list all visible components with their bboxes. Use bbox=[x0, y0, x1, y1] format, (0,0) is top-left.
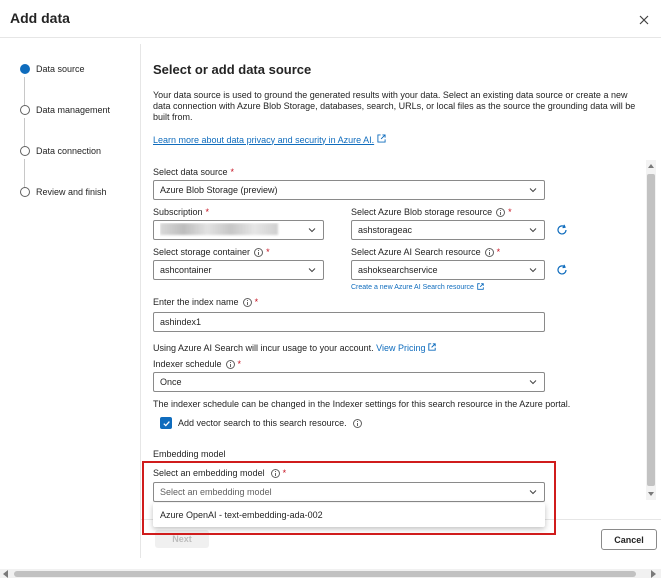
step-label: Review and finish bbox=[36, 187, 107, 197]
step-connector bbox=[24, 118, 25, 147]
highlight-box bbox=[142, 461, 556, 535]
storage-container-label: Select storage container * bbox=[153, 247, 270, 257]
step-connector bbox=[24, 77, 25, 106]
header-divider bbox=[0, 37, 661, 38]
link-text: View Pricing bbox=[376, 343, 426, 353]
step-connector bbox=[24, 159, 25, 188]
chevron-down-icon bbox=[529, 188, 537, 193]
step-indicator bbox=[20, 146, 30, 156]
required-mark: * bbox=[205, 207, 210, 217]
required-mark: * bbox=[266, 247, 270, 257]
dropdown-value: ashcontainer bbox=[160, 265, 212, 275]
data-source-label: Select data source * bbox=[153, 167, 234, 177]
external-link-icon bbox=[377, 134, 386, 145]
step-label: Data source bbox=[36, 64, 85, 74]
dropdown-value: Once bbox=[160, 377, 182, 387]
subscription-label: Subscription * bbox=[153, 207, 209, 217]
field-label-text: Enter the index name bbox=[153, 297, 239, 307]
info-icon[interactable] bbox=[254, 247, 264, 257]
checkmark-icon bbox=[162, 420, 170, 426]
panel-divider bbox=[140, 44, 141, 558]
step-label: Data connection bbox=[36, 146, 102, 156]
required-mark: * bbox=[508, 207, 512, 217]
create-search-resource-link[interactable]: Create a new Azure AI Search resource bbox=[351, 283, 484, 292]
step-active-indicator bbox=[20, 64, 30, 74]
scroll-left-arrow-icon[interactable] bbox=[3, 570, 8, 578]
subscription-dropdown[interactable] bbox=[153, 220, 324, 240]
required-mark: * bbox=[237, 359, 242, 369]
step-indicator bbox=[20, 105, 30, 115]
dropdown-value bbox=[160, 223, 307, 237]
search-resource-label: Select Azure AI Search resource * bbox=[351, 247, 500, 257]
usage-note-text: Using Azure AI Search will incur usage t… bbox=[153, 343, 374, 353]
search-resource-dropdown[interactable]: ashoksearchservice bbox=[351, 260, 545, 280]
indexer-schedule-dropdown[interactable]: Once bbox=[153, 372, 545, 392]
description: Your data source is used to ground the g… bbox=[153, 90, 636, 122]
info-icon[interactable] bbox=[242, 297, 252, 307]
link-text: Create a new Azure AI Search resource bbox=[351, 284, 474, 291]
vertical-scroll-thumb[interactable] bbox=[647, 174, 655, 486]
embedding-section-label: Embedding model bbox=[153, 449, 226, 459]
info-icon[interactable] bbox=[484, 247, 494, 257]
redacted-value bbox=[160, 223, 278, 235]
external-link-icon bbox=[477, 283, 484, 292]
step-label: Data management bbox=[36, 105, 111, 115]
chevron-down-icon bbox=[308, 268, 316, 273]
field-label-text: Select storage container bbox=[153, 247, 251, 257]
dropdown-value: ashoksearchservice bbox=[358, 265, 438, 275]
refresh-icon[interactable] bbox=[555, 263, 569, 277]
info-icon[interactable] bbox=[225, 359, 235, 369]
required-mark: * bbox=[496, 247, 501, 257]
scroll-right-arrow-icon[interactable] bbox=[651, 570, 656, 578]
dropdown-value: Azure Blob Storage (preview) bbox=[160, 185, 278, 195]
input-value: ashindex1 bbox=[160, 317, 202, 327]
chevron-down-icon bbox=[529, 268, 537, 273]
chevron-down-icon bbox=[529, 380, 537, 385]
chevron-down-icon bbox=[529, 228, 537, 233]
step-indicator bbox=[20, 187, 30, 197]
dropdown-value: ashstorageac bbox=[358, 225, 413, 235]
indexer-schedule-label: Indexer schedule * bbox=[153, 359, 241, 369]
blob-storage-dropdown[interactable]: ashstorageac bbox=[351, 220, 545, 240]
field-label-text: Subscription bbox=[153, 207, 203, 217]
required-mark: * bbox=[230, 167, 235, 177]
step-data-connection[interactable]: Data connection bbox=[20, 146, 101, 156]
view-pricing-link[interactable]: View Pricing bbox=[376, 343, 436, 353]
info-icon[interactable] bbox=[496, 207, 506, 217]
learn-more-text: Learn more about data privacy and securi… bbox=[153, 134, 375, 145]
refresh-icon[interactable] bbox=[555, 223, 569, 237]
info-icon[interactable] bbox=[352, 418, 362, 428]
chevron-down-icon bbox=[308, 228, 316, 233]
scroll-up-arrow-icon[interactable] bbox=[647, 162, 655, 170]
page-title: Select or add data source bbox=[153, 62, 312, 77]
step-data-management[interactable]: Data management bbox=[20, 105, 110, 115]
data-source-dropdown[interactable]: Azure Blob Storage (preview) bbox=[153, 180, 545, 200]
vector-search-checkbox[interactable] bbox=[160, 417, 172, 429]
field-label-text: Select data source bbox=[153, 167, 228, 177]
field-label-text: Indexer schedule bbox=[153, 359, 222, 369]
horizontal-scroll-thumb[interactable] bbox=[14, 571, 636, 577]
blob-storage-label: Select Azure Blob storage resource * bbox=[351, 207, 512, 217]
index-name-input[interactable]: ashindex1 bbox=[153, 312, 545, 332]
scroll-down-arrow-icon[interactable] bbox=[647, 490, 655, 498]
close-icon[interactable] bbox=[636, 12, 652, 28]
storage-container-dropdown[interactable]: ashcontainer bbox=[153, 260, 324, 280]
learn-more-link[interactable]: Learn more about data privacy and securi… bbox=[153, 134, 386, 145]
step-data-source[interactable]: Data source bbox=[20, 64, 85, 74]
vector-search-label: Add vector search to this search resourc… bbox=[178, 418, 347, 428]
usage-note: Using Azure AI Search will incur usage t… bbox=[153, 343, 436, 353]
schedule-note: The indexer schedule can be changed in t… bbox=[153, 399, 571, 409]
cancel-button[interactable]: Cancel bbox=[601, 529, 657, 550]
vector-search-option[interactable]: Add vector search to this search resourc… bbox=[160, 417, 362, 429]
dialog-title: Add data bbox=[10, 10, 70, 26]
field-label-text: Select Azure AI Search resource bbox=[351, 247, 481, 257]
field-label-text: Select Azure Blob storage resource bbox=[351, 207, 493, 217]
required-mark: * bbox=[254, 297, 259, 307]
external-link-icon bbox=[428, 343, 436, 351]
step-review-finish[interactable]: Review and finish bbox=[20, 187, 107, 197]
index-name-label: Enter the index name * bbox=[153, 297, 258, 307]
